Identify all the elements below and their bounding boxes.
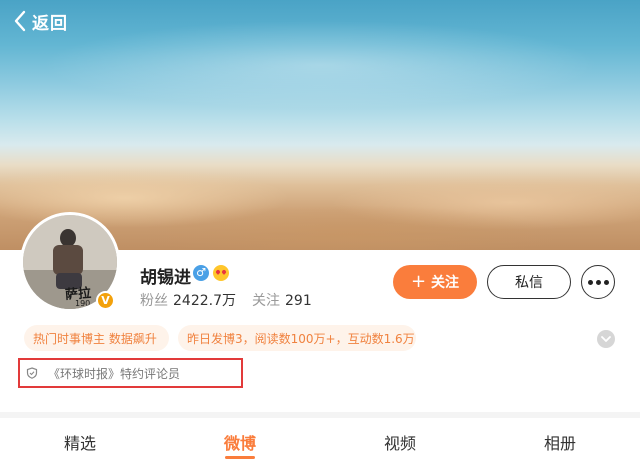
verified-badge-icon: V <box>96 291 115 310</box>
chevron-left-icon <box>14 10 26 32</box>
profile-name: 胡锡进 <box>140 268 191 288</box>
back-button[interactable]: 返回 <box>14 8 68 34</box>
plus-icon: + <box>410 271 427 292</box>
followers-label[interactable]: 粉丝 <box>140 290 168 310</box>
tab-album[interactable]: 相册 <box>480 418 640 465</box>
shield-icon <box>26 367 38 379</box>
tab-featured[interactable]: 精选 <box>0 418 160 465</box>
tab-video[interactable]: 视频 <box>320 418 480 465</box>
male-icon: ♂ <box>193 265 209 281</box>
profile-stats: 粉丝 2422.7万 关注 291 <box>140 290 328 310</box>
activity-tag[interactable]: 昨日发博3，阅读数100万+，互动数1.6万 <box>178 325 416 351</box>
chevron-down-icon <box>601 335 611 342</box>
back-label: 返回 <box>32 13 68 34</box>
tab-weibo[interactable]: 微博 <box>160 418 320 465</box>
follow-label: 关注 <box>431 275 460 291</box>
dot <box>595 279 601 285</box>
avatar-person <box>53 245 83 275</box>
cover-sky <box>40 20 600 110</box>
title-badge[interactable]: 《环球时报》特约评论员 <box>18 358 243 388</box>
avatar-number: 190 <box>75 299 91 308</box>
hot-blogger-tag[interactable]: 热门时事博主 数据飙升 <box>24 325 169 351</box>
dot <box>603 279 609 285</box>
more-icon[interactable] <box>581 265 615 299</box>
message-button[interactable]: 私信 <box>487 265 571 299</box>
heart-eyes-emoji-icon <box>213 265 229 281</box>
following-label[interactable]: 关注 <box>252 290 280 310</box>
followers-count[interactable]: 2422.7万 <box>173 290 236 310</box>
cover-image: 返回 <box>0 0 640 250</box>
following-count[interactable]: 291 <box>285 293 312 309</box>
dot <box>587 279 593 285</box>
title-badge-text: 《环球时报》特约评论员 <box>48 366 181 381</box>
follow-button[interactable]: + 关注 <box>393 265 477 299</box>
expand-button[interactable] <box>597 330 615 348</box>
profile-tabs: 精选 微博 视频 相册 <box>0 418 640 465</box>
message-label: 私信 <box>515 275 543 291</box>
